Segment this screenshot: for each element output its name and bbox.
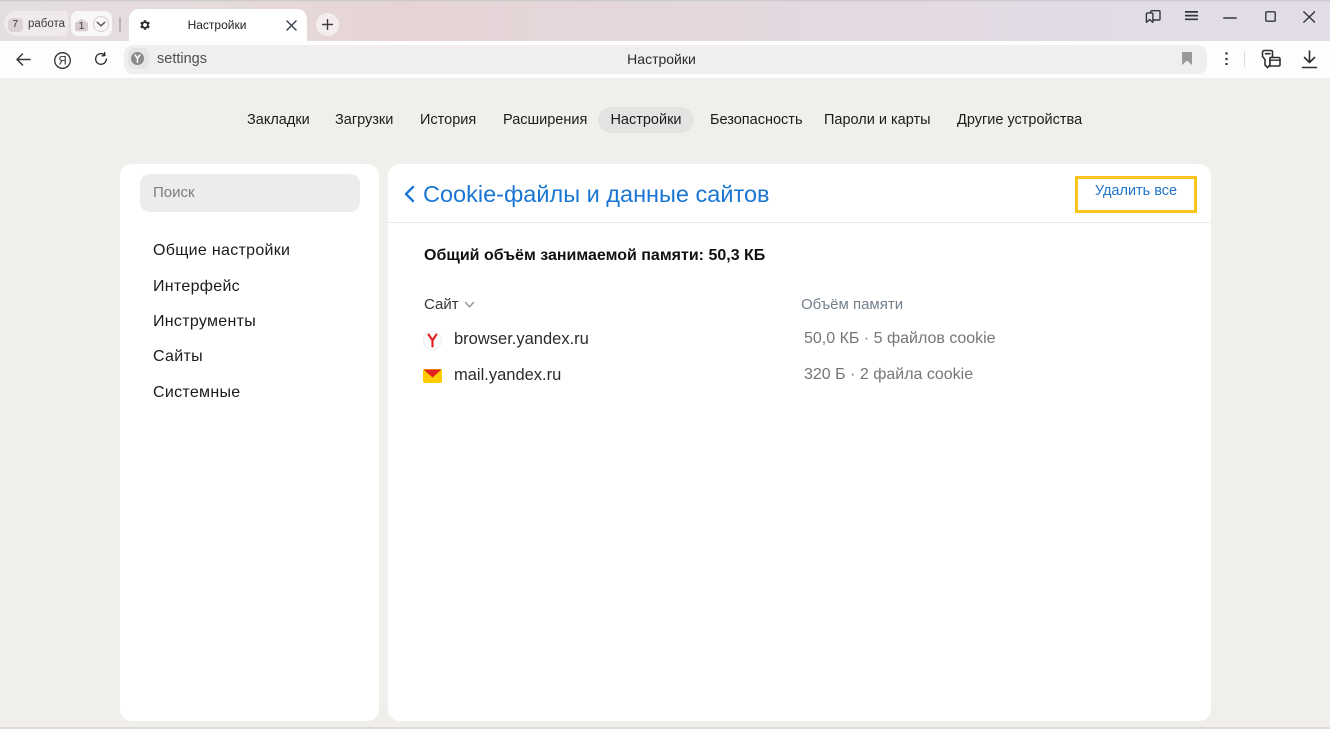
svg-text:1: 1 xyxy=(79,20,85,32)
svg-text:Я: Я xyxy=(58,55,66,67)
